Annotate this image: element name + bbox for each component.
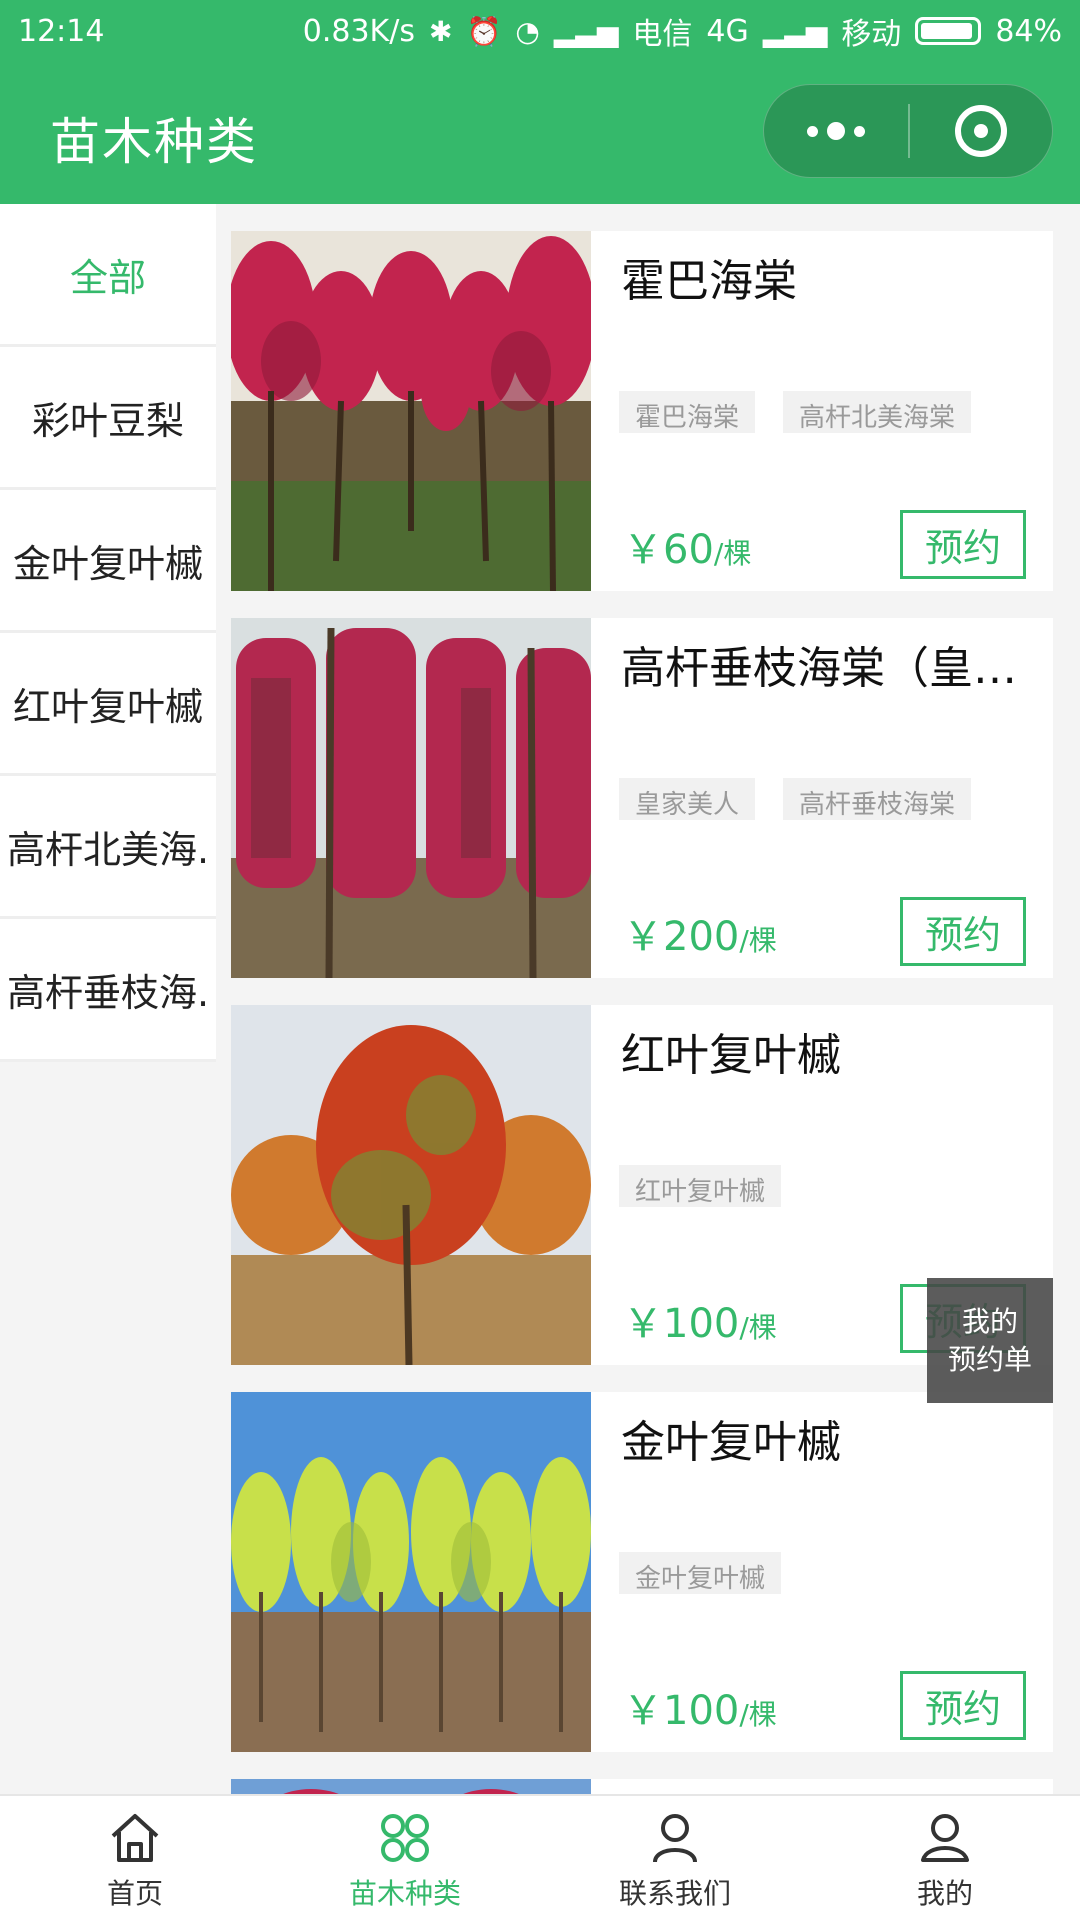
sidebar-item-gaogan-beimei[interactable]: 高杆北美海. xyxy=(0,776,216,919)
price-unit: /棵 xyxy=(713,537,752,570)
sidebar-item-gaogan-chuizhi[interactable]: 高杆垂枝海. xyxy=(0,919,216,1062)
my-bookings-line1: 我的 xyxy=(961,1304,1018,1338)
sidebar-item-hongye-fuyeqi[interactable]: 红叶复叶槭 xyxy=(0,633,216,776)
product-price: ￥100/棵 xyxy=(623,1678,777,1736)
bluetooth-icon: ✱ xyxy=(428,14,453,48)
tab-label: 苗木种类 xyxy=(348,1877,461,1910)
profile-icon xyxy=(921,1814,969,1862)
nav-bar: 苗木种类 xyxy=(0,62,1080,204)
more-dot xyxy=(807,125,818,137)
tag-list: 霍巴海棠 高杆北美海棠 xyxy=(619,391,972,433)
battery-level: 84% xyxy=(995,13,1062,49)
sidebar-item-caiye-douli[interactable]: 彩叶豆梨 xyxy=(0,347,216,490)
category-icon xyxy=(381,1814,429,1862)
signal-icon-2: ▂▃▅ xyxy=(762,14,828,48)
signal-icon: ▂▃▅ xyxy=(553,14,619,48)
tag-list: 金叶复叶槭 xyxy=(619,1552,782,1594)
status-time: 12:14 xyxy=(18,13,105,49)
my-bookings-button[interactable]: 我的 预约单 xyxy=(927,1278,1053,1403)
tab-home[interactable]: 首页 xyxy=(0,1796,270,1920)
close-button[interactable] xyxy=(910,85,1052,177)
tag: 皇家美人 xyxy=(619,778,756,820)
alarm-icon: ⏰ xyxy=(466,14,502,48)
tag: 高杆北美海棠 xyxy=(783,391,972,433)
product-title: 红叶复叶槭 xyxy=(621,1030,841,1081)
price-value: ￥100 xyxy=(623,1301,740,1347)
my-bookings-line2: 预约单 xyxy=(947,1342,1032,1376)
carrier-1: 电信 xyxy=(632,17,693,52)
product-card[interactable]: 高杆垂枝海棠（皇家美人） 皇家美人 高杆垂枝海棠 ￥200/棵 预约 xyxy=(231,618,1053,978)
product-image-weeping-crabapple xyxy=(231,618,591,978)
tag: 霍巴海棠 xyxy=(619,391,756,433)
product-image-red-maple xyxy=(231,1005,591,1365)
price-unit: /棵 xyxy=(739,1698,777,1731)
price-value: ￥200 xyxy=(623,914,740,960)
product-price: ￥200/棵 xyxy=(623,904,777,962)
product-image-crabapple xyxy=(231,231,591,591)
book-button[interactable]: 预约 xyxy=(900,897,1026,966)
tag: 高杆垂枝海棠 xyxy=(783,778,972,820)
tab-label: 我的 xyxy=(916,1877,973,1910)
tab-category[interactable]: 苗木种类 xyxy=(270,1796,540,1920)
book-button[interactable]: 预约 xyxy=(900,510,1026,579)
tag-list: 皇家美人 高杆垂枝海棠 xyxy=(619,778,972,820)
product-title: 霍巴海棠 xyxy=(621,256,797,307)
price-unit: /棵 xyxy=(739,924,777,957)
more-button[interactable] xyxy=(764,85,908,177)
close-icon xyxy=(955,105,1007,157)
tab-contact[interactable]: 联系我们 xyxy=(540,1796,810,1920)
price-value: ￥100 xyxy=(623,1688,740,1734)
network-type: 4G xyxy=(706,13,749,49)
tag: 金叶复叶槭 xyxy=(619,1552,782,1594)
book-button[interactable]: 预约 xyxy=(900,1671,1026,1740)
tab-bar: 首页 苗木种类 联系我们 我的 xyxy=(0,1794,1080,1920)
tab-mine[interactable]: 我的 xyxy=(810,1796,1080,1920)
product-card[interactable]: 霍巴海棠 霍巴海棠 高杆北美海棠 ￥60/棵 预约 xyxy=(231,231,1053,591)
tab-label: 首页 xyxy=(106,1877,163,1910)
price-unit: /棵 xyxy=(739,1311,777,1344)
sidebar-item-all[interactable]: 全部 xyxy=(0,204,216,347)
price-value: ￥60 xyxy=(623,527,714,573)
tab-label: 联系我们 xyxy=(618,1877,731,1910)
status-bar: 12:14 0.83K/s ✱ ⏰ ◔ ▂▃▅ 电信 4G ▂▃▅ 移动 84% xyxy=(0,0,1080,62)
product-title: 金叶复叶槭 xyxy=(621,1417,841,1468)
person-icon xyxy=(653,1814,697,1863)
product-card[interactable]: 金叶复叶槭 金叶复叶槭 ￥100/棵 预约 xyxy=(231,1392,1053,1752)
carrier-2: 移动 xyxy=(841,17,902,52)
sidebar-item-jinye-fuyeqi[interactable]: 金叶复叶槭 xyxy=(0,490,216,633)
home-icon xyxy=(111,1814,159,1862)
product-price: ￥100/棵 xyxy=(623,1291,777,1349)
miniprogram-capsule xyxy=(763,84,1053,178)
category-sidebar: 全部 彩叶豆梨 金叶复叶槭 红叶复叶槭 高杆北美海. 高杆垂枝海. xyxy=(0,204,216,1062)
tag: 红叶复叶槭 xyxy=(619,1165,782,1207)
product-title: 高杆垂枝海棠（皇家美人） xyxy=(621,643,1051,694)
wifi-icon: ◔ xyxy=(515,14,540,48)
page-title: 苗木种类 xyxy=(50,113,258,171)
status-right: 0.83K/s ✱ ⏰ ◔ ▂▃▅ 电信 4G ▂▃▅ 移动 84% xyxy=(303,9,1062,53)
more-dot xyxy=(854,125,865,137)
more-dot xyxy=(827,122,845,140)
tag-list: 红叶复叶槭 xyxy=(619,1165,782,1207)
product-image-golden-maple xyxy=(231,1392,591,1752)
product-price: ￥60/棵 xyxy=(623,517,751,575)
net-speed: 0.83K/s xyxy=(302,13,415,49)
battery-icon xyxy=(915,17,982,45)
